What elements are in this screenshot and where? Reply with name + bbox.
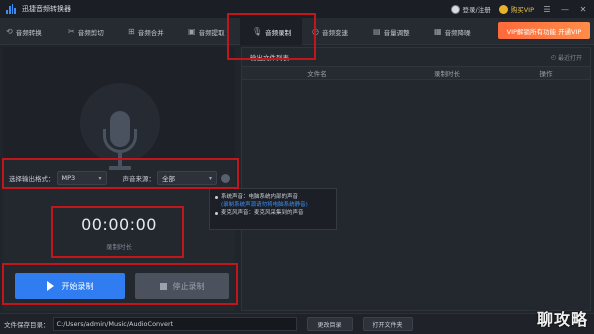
tab-audio-extract[interactable]: ▣ 音频提取: [188, 18, 225, 45]
tab-audio-speed[interactable]: ◷ 音频变速: [312, 18, 348, 45]
scissors-icon: ✂: [68, 27, 75, 36]
tab-label: 音量调整: [383, 28, 410, 37]
recent-icon: ◴: [550, 53, 556, 61]
bullet-icon: [215, 196, 218, 199]
source-tooltip: 系统声音：电脑系统内部的声音 (录制系统声源请勿将电脑系统静音) 麦克风声音：麦…: [209, 188, 337, 230]
tab-audio-denoise[interactable]: ▦ 音频降噪: [434, 18, 471, 45]
convert-icon: ⟲: [6, 27, 13, 36]
app-title: 迅捷音频转换器: [22, 5, 71, 13]
tab-audio-convert[interactable]: ⟲ 音频转换: [6, 18, 42, 45]
tab-label: 音频转换: [15, 28, 42, 37]
tab-label: 音频合并: [137, 28, 164, 37]
tab-label: 音频剪切: [77, 28, 104, 37]
save-path-field[interactable]: C:/Users/admin/Music/AudioConvert: [52, 317, 297, 331]
buy-vip-button[interactable]: 购买VIP: [498, 4, 534, 14]
tooltip-line-mic: 麦克风声音：麦克风采集到的声音: [221, 210, 304, 216]
watermark-text: 聊攻略: [536, 310, 588, 329]
app-logo-icon: [6, 4, 16, 14]
tab-volume-adjust[interactable]: ▤ 音量调整: [373, 18, 410, 45]
close-icon[interactable]: ✕: [578, 5, 588, 14]
col-action: 操作: [539, 70, 553, 78]
login-label: 登录/注册: [462, 6, 491, 14]
tab-label: 音频变速: [321, 28, 348, 37]
tab-audio-cut[interactable]: ✂ 音频剪切: [68, 18, 104, 45]
tooltip-line-system: 系统声音：电脑系统内部的声音: [221, 194, 299, 200]
volume-icon: ▤: [373, 27, 381, 36]
menu-icon[interactable]: ☰: [542, 5, 552, 14]
annotation-box-tab: [227, 13, 316, 60]
vip-crown-icon: [498, 4, 508, 14]
tab-audio-merge[interactable]: ⊞ 音频合并: [128, 18, 164, 45]
denoise-icon: ▦: [434, 27, 442, 36]
annotation-box-options: [2, 158, 239, 189]
vip-unlock-banner[interactable]: VIP解锁所有功能 开通VIP: [498, 22, 590, 39]
user-avatar-icon: [450, 4, 460, 14]
output-list-panel: 输出文件列表 ◴ 最近打开 文件名 录制时长 操作: [241, 47, 591, 311]
save-path-bar: 文件保存目录： C:/Users/admin/Music/AudioConver…: [0, 313, 594, 334]
recent-open-link[interactable]: ◴ 最近打开: [551, 53, 582, 62]
annotation-box-buttons: [2, 263, 238, 305]
open-folder-button[interactable]: 打开文件夹: [362, 317, 413, 331]
extract-icon: ▣: [188, 27, 196, 36]
recent-label: 最近打开: [557, 54, 582, 62]
col-duration: 录制时长: [434, 70, 460, 78]
dir-label: 文件保存目录：: [4, 321, 50, 329]
col-filename: 文件名: [307, 70, 327, 78]
login-button[interactable]: 登录/注册: [450, 4, 491, 14]
merge-icon: ⊞: [128, 27, 135, 36]
annotation-box-timer: [51, 206, 184, 258]
tab-label: 音频提取: [198, 28, 225, 37]
table-header: 文件名 录制时长 操作: [242, 66, 590, 80]
tooltip-line-note: (录制系统声源请勿将电脑系统静音): [221, 202, 308, 208]
minimize-icon[interactable]: —: [560, 5, 570, 14]
tab-label: 音频降噪: [444, 28, 471, 37]
bullet-icon: [215, 212, 218, 215]
change-dir-button[interactable]: 更改目录: [306, 317, 353, 331]
vip-label: 购买VIP: [510, 6, 534, 14]
